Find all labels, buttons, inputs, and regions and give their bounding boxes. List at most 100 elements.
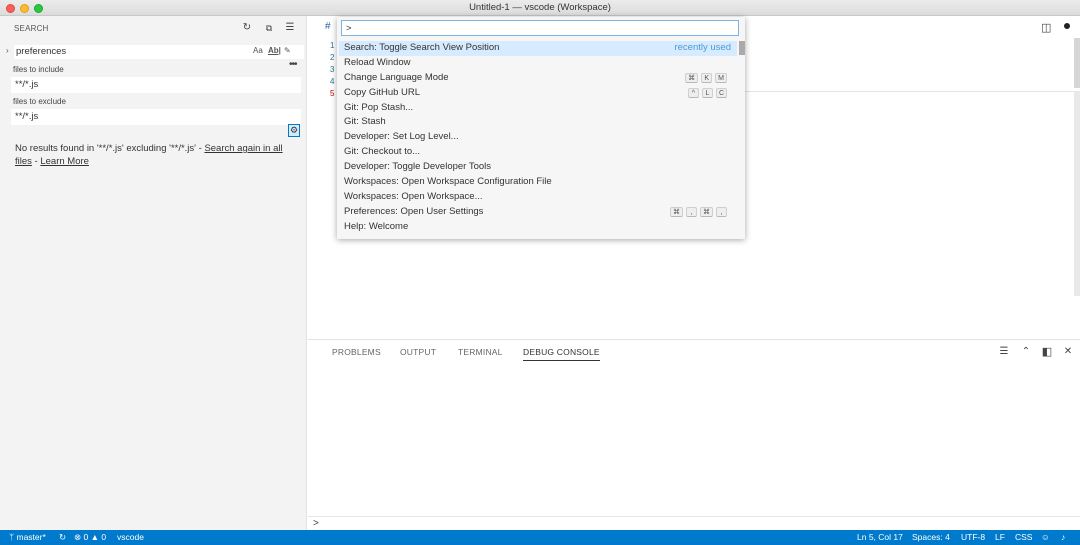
debug-console-input[interactable]: > [308, 516, 1080, 530]
tab-problems[interactable]: PROBLEMS [332, 347, 381, 357]
sync-icon[interactable]: ↻ [59, 532, 66, 543]
command-item[interactable]: Developer: Toggle Developer Tools [339, 160, 737, 175]
files-to-exclude-input[interactable]: **/*.js [11, 109, 301, 125]
language-mode[interactable]: CSS [1015, 532, 1032, 542]
command-palette-input[interactable]: > [341, 20, 739, 36]
toggle-panel-position-icon[interactable]: ◧ [1040, 345, 1054, 359]
command-item[interactable]: Reload Window [339, 56, 737, 71]
keycap: , [686, 206, 697, 217]
encoding[interactable]: UTF-8 [961, 532, 985, 542]
notifications-bell-icon[interactable]: ♪ [1061, 532, 1065, 542]
keycap: ⌘ [670, 206, 683, 217]
command-item[interactable]: Search: Toggle Search View Position recen… [339, 41, 737, 56]
command-label: Preferences: Open User Settings [344, 205, 484, 217]
learn-more-link[interactable]: Learn More [40, 156, 89, 167]
no-results-message: No results found in '**/*.js' excluding … [15, 143, 295, 168]
command-item[interactable]: Git: Checkout to... [339, 145, 737, 160]
command-label: Help: Welcome [344, 220, 409, 232]
end-of-line[interactable]: LF [995, 532, 1005, 542]
warning-count: 0 [101, 532, 107, 542]
keycap: K [701, 72, 713, 83]
maximize-panel-icon[interactable]: ⌃ [1019, 345, 1033, 359]
files-to-exclude-label: files to exclude [13, 97, 66, 106]
match-whole-word-toggle[interactable]: Ab| [268, 46, 281, 55]
search-input-value: preferences [16, 46, 67, 57]
keycap: ^ [687, 87, 699, 98]
editor-scrollbar[interactable] [1074, 38, 1080, 88]
keybinding: ⌘ K M [685, 72, 727, 83]
error-icon: ⊗ [74, 532, 82, 542]
command-list: Search: Toggle Search View Position recen… [339, 41, 737, 235]
command-item[interactable]: Developer: Set Log Level... [339, 130, 737, 145]
line-number: 1 [330, 41, 335, 50]
close-panel-icon[interactable]: ✕ [1061, 345, 1075, 359]
title-bar: Untitled-1 — vscode (Workspace) [0, 0, 1080, 16]
feedback-smiley-icon[interactable]: ☺ [1041, 532, 1050, 542]
command-label: Workspaces: Open Workspace Configuration… [344, 176, 552, 188]
files-to-include-label: files to include [13, 65, 64, 74]
keycap: L [701, 87, 713, 98]
branch-status[interactable]: ᛘ master* [9, 532, 46, 542]
toggle-replace-icon[interactable]: › [6, 46, 9, 55]
line-number: 5 [330, 89, 335, 98]
command-item[interactable]: Git: Stash [339, 115, 737, 130]
minimap[interactable] [1074, 91, 1080, 296]
tab-output[interactable]: OUTPUT [400, 347, 436, 357]
command-item[interactable]: Copy GitHub URL ^ L C [339, 86, 737, 101]
command-item[interactable]: Change Language Mode ⌘ K M [339, 71, 737, 86]
tab-debug-console[interactable]: DEBUG CONSOLE [523, 347, 600, 361]
refresh-icon[interactable]: ↻ [240, 21, 254, 35]
command-item[interactable]: Preferences: Open User Settings ⌘, ⌘, [339, 205, 737, 220]
clear-console-icon[interactable]: ☰ [997, 345, 1011, 359]
search-sidebar: SEARCH ↻ ⧉ ☰ › preferences Aa Ab| ✎ ••• … [0, 16, 307, 530]
command-label: Git: Stash [344, 116, 386, 128]
command-label: Workspaces: Open Workspace... [344, 190, 483, 202]
search-row: › preferences Aa Ab| ✎ [4, 45, 304, 59]
command-label: Developer: Set Log Level... [344, 131, 459, 143]
line-number: 3 [330, 65, 335, 74]
command-item[interactable]: Git: Pop Stash... [339, 101, 737, 116]
unsaved-dot-icon[interactable] [1064, 23, 1070, 29]
sidebar-title: SEARCH [14, 24, 49, 33]
command-label: Copy GitHub URL [344, 86, 421, 98]
command-label: Reload Window [344, 56, 411, 68]
split-editor-icon[interactable]: ◫ [1041, 21, 1051, 34]
line-number: 4 [330, 77, 335, 86]
indentation[interactable]: Spaces: 4 [912, 532, 950, 542]
more-options-icon[interactable]: ••• [289, 59, 297, 70]
command-label: Git: Checkout to... [344, 146, 421, 158]
branch-name: master* [16, 532, 46, 542]
command-label: Git: Pop Stash... [344, 101, 414, 113]
files-to-include-input[interactable]: **/*.js [11, 77, 301, 93]
match-case-toggle[interactable]: Aa [253, 46, 263, 55]
use-exclude-settings-icon[interactable]: ⚙ [288, 124, 300, 137]
command-list-scrollbar[interactable] [739, 41, 745, 55]
project-name[interactable]: vscode [117, 532, 144, 542]
tab-terminal[interactable]: TERMINAL [458, 347, 503, 357]
keybinding: ^ L C [687, 87, 727, 98]
command-label: Change Language Mode [344, 71, 449, 83]
command-palette: > Search: Toggle Search View Position rec… [337, 17, 745, 239]
collapse-all-icon[interactable]: ⧉ [262, 21, 276, 35]
cursor-position[interactable]: Ln 5, Col 17 [857, 532, 903, 542]
no-results-text: No results found in '**/*.js' excluding … [15, 143, 205, 154]
files-to-include-value: **/*.js [15, 79, 39, 90]
editor-tab-icon[interactable]: # [325, 21, 331, 32]
command-item[interactable]: Workspaces: Open Workspace... [339, 190, 737, 205]
use-regex-icon[interactable]: ✎ [284, 46, 291, 55]
error-count: 0 [83, 532, 89, 542]
command-label: Search: Toggle Search View Position [344, 42, 500, 53]
command-item[interactable]: Workspaces: Open Workspace Configuration… [339, 175, 737, 190]
console-prompt: > [313, 518, 319, 529]
keybinding: ⌘, ⌘, [670, 206, 727, 217]
command-item[interactable]: Help: Welcome [339, 220, 737, 235]
window-title: Untitled-1 — vscode (Workspace) [469, 2, 611, 13]
problems-status[interactable]: ⊗ 0 ▲ 0 [74, 532, 106, 543]
command-palette-input-value: > [346, 23, 352, 34]
bottom-panel: PROBLEMS OUTPUT TERMINAL DEBUG CONSOLE ☰… [308, 339, 1080, 530]
files-to-exclude-value: **/*.js [15, 111, 39, 122]
keycap: , [716, 206, 727, 217]
status-bar: ᛘ master* ↻ ⊗ 0 ▲ 0 vscode Ln 5, Col 17 … [0, 530, 1080, 545]
clear-results-icon[interactable]: ☰ [283, 21, 297, 35]
keycap: ⌘ [700, 206, 713, 217]
